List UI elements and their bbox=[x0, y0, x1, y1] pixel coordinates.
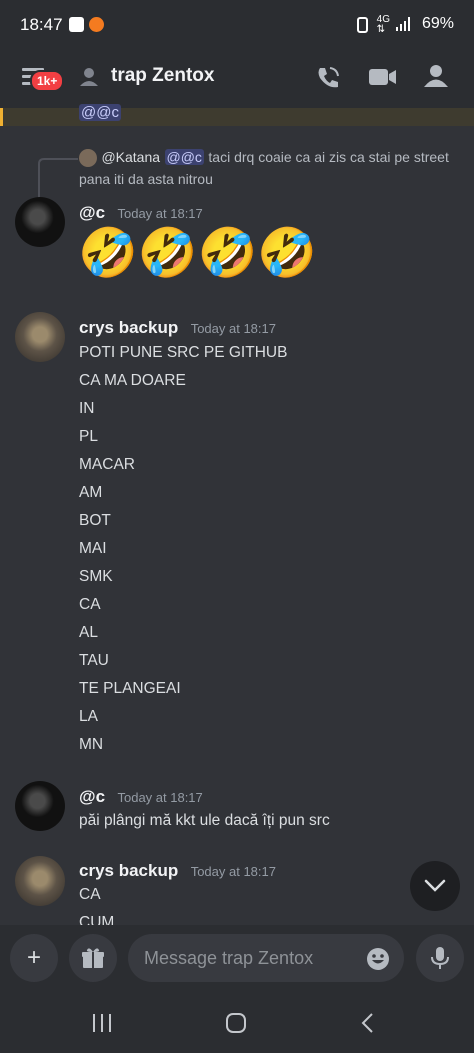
message-line: POTI PUNE SRC PE GITHUB bbox=[79, 344, 288, 361]
unread-badge: 1k+ bbox=[30, 70, 65, 92]
message-timestamp: Today at 18:17 bbox=[117, 790, 203, 805]
signal-icon bbox=[396, 17, 410, 31]
message-header: @c Today at 18:17 bbox=[79, 203, 203, 223]
add-attachment-button[interactable]: + bbox=[10, 934, 58, 982]
message-text: păi plângi mă kkt ule dacă îți pun src bbox=[79, 812, 330, 829]
phone-icon[interactable] bbox=[314, 64, 342, 92]
reply-text-line1: taci drq coaie ca ai zis ca stai pe stre… bbox=[208, 149, 449, 166]
avatar[interactable] bbox=[15, 312, 65, 362]
message-line: IN bbox=[79, 400, 95, 417]
avatar[interactable] bbox=[15, 197, 65, 247]
reply-author: @Katana bbox=[101, 149, 161, 166]
channel-header: trap Zentox bbox=[0, 52, 474, 109]
message-line: CA bbox=[79, 886, 101, 903]
message-timestamp: Today at 18:17 bbox=[190, 321, 276, 336]
network-4g-icon: 4G ⇅ bbox=[376, 14, 390, 35]
jump-to-bottom-button[interactable] bbox=[410, 861, 460, 911]
mention-chip[interactable]: @@c bbox=[79, 104, 121, 121]
message-line: TAU bbox=[79, 652, 109, 669]
battery-percent: 69% bbox=[421, 15, 454, 32]
check-notification-icon bbox=[69, 17, 84, 32]
gift-icon bbox=[82, 948, 104, 968]
mic-icon bbox=[431, 947, 449, 969]
chevron-down-icon bbox=[424, 879, 446, 892]
mention-highlight-bar bbox=[0, 108, 3, 126]
avatar[interactable] bbox=[15, 856, 65, 906]
people-icon[interactable] bbox=[423, 64, 449, 88]
message-line: CUM bbox=[79, 914, 115, 925]
reply-preview[interactable]: @Katana @@c taci drq coaie ca ai zis ca … bbox=[79, 149, 459, 187]
message-line: CA bbox=[79, 596, 101, 613]
recent-apps-icon[interactable] bbox=[92, 1013, 114, 1033]
highlighted-message-stub: @@c bbox=[0, 104, 474, 126]
gift-button[interactable] bbox=[69, 934, 117, 982]
system-nav-bar bbox=[0, 997, 474, 1053]
message-header: @c Today at 18:17 bbox=[79, 787, 203, 807]
message-author[interactable]: @c bbox=[79, 203, 105, 222]
message-line: AL bbox=[79, 624, 98, 641]
message-line: TE PLANGEAI bbox=[79, 680, 181, 697]
reply-avatar bbox=[79, 149, 97, 167]
message-author[interactable]: crys backup bbox=[79, 861, 178, 880]
message-line: SMK bbox=[79, 568, 113, 585]
app-notification-icon bbox=[89, 17, 104, 32]
channel-title: trap Zentox bbox=[111, 65, 215, 86]
message-timestamp: Today at 18:17 bbox=[117, 206, 203, 221]
video-icon[interactable] bbox=[369, 66, 397, 88]
back-icon[interactable] bbox=[360, 1012, 374, 1034]
home-icon[interactable] bbox=[225, 1012, 247, 1034]
message-line: MN bbox=[79, 736, 104, 753]
message-author[interactable]: crys backup bbox=[79, 318, 178, 337]
reply-text-line2: pana iti da asta nitrou bbox=[79, 171, 213, 188]
status-time: 18:47 bbox=[20, 15, 63, 34]
message-line: MAI bbox=[79, 540, 107, 557]
message-line: AM bbox=[79, 484, 103, 501]
message-body: POTI PUNE SRC PE GITHUB CA MA DOARE IN P… bbox=[79, 339, 287, 759]
emoji-message: 🤣🤣🤣🤣 bbox=[78, 227, 318, 280]
person-icon bbox=[80, 68, 98, 86]
message-line: PL bbox=[79, 428, 98, 445]
message-composer: + Message trap Zentox bbox=[0, 925, 474, 997]
message-line: MACAR bbox=[79, 456, 135, 473]
voice-message-button[interactable] bbox=[416, 934, 464, 982]
status-bar: 18:47 4G ⇅ 69% bbox=[0, 0, 474, 52]
reply-connector bbox=[38, 158, 78, 198]
avatar[interactable] bbox=[15, 781, 65, 831]
message-line: BOT bbox=[79, 512, 111, 529]
message-input[interactable]: Message trap Zentox bbox=[128, 934, 404, 982]
message-line: CA MA DOARE bbox=[79, 372, 186, 389]
message-line: LA bbox=[79, 708, 98, 725]
reply-mention: @@c bbox=[164, 149, 204, 166]
message-header: crys backup Today at 18:17 bbox=[79, 861, 276, 881]
message-timestamp: Today at 18:17 bbox=[190, 864, 276, 879]
message-body: CA CUM bbox=[79, 881, 114, 925]
message-header: crys backup Today at 18:17 bbox=[79, 318, 276, 338]
message-author[interactable]: @c bbox=[79, 787, 105, 806]
alarm-icon bbox=[357, 17, 368, 33]
plus-icon: + bbox=[26, 944, 41, 971]
smile-icon[interactable] bbox=[366, 947, 390, 971]
